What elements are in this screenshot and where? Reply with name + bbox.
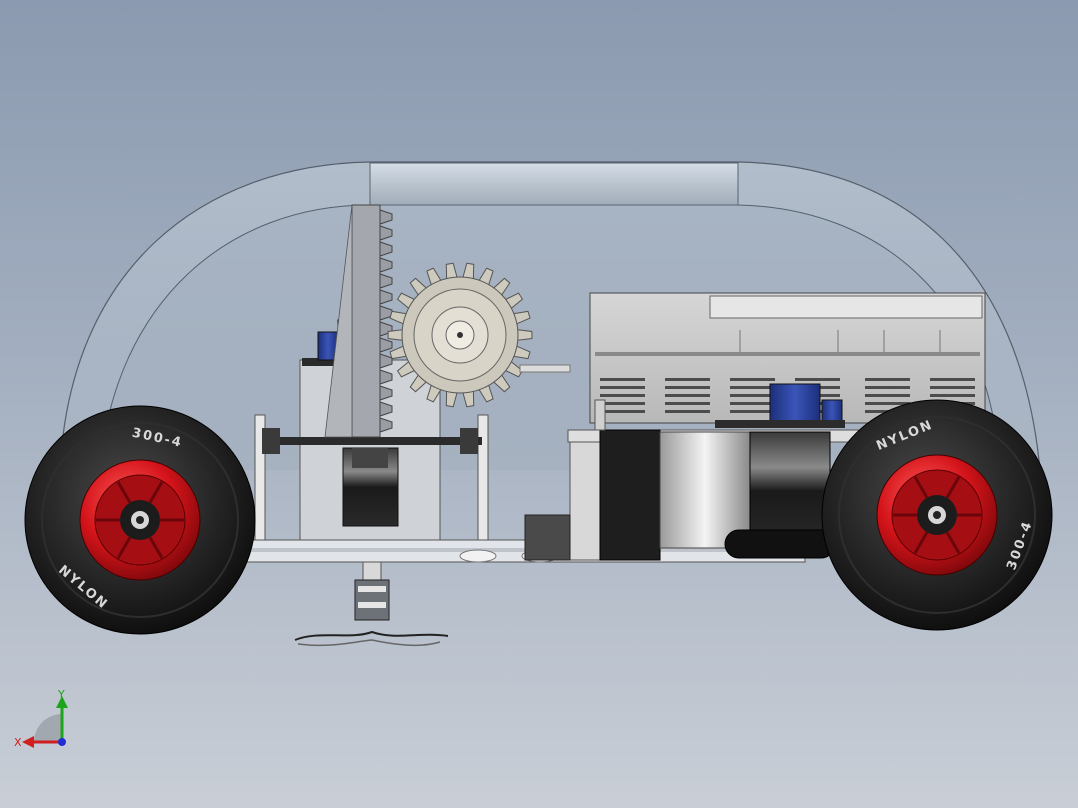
y-axis-label: Y — [57, 688, 65, 701]
right-wheel: NYLON 300-4 — [821, 399, 1053, 631]
robot-model: 300-4 NYLON NYLON 300-4 Y X — [14, 161, 1053, 749]
cad-viewport[interactable]: 300-4 NYLON NYLON 300-4 Y X — [0, 0, 1078, 808]
view-orientation-triad[interactable]: Y X — [14, 688, 68, 749]
rotor-assembly — [294, 561, 449, 647]
x-axis-label: X — [14, 736, 22, 749]
left-wheel: 300-4 NYLON — [24, 405, 256, 635]
triad-plane — [34, 714, 62, 742]
z-axis-point — [58, 738, 66, 746]
